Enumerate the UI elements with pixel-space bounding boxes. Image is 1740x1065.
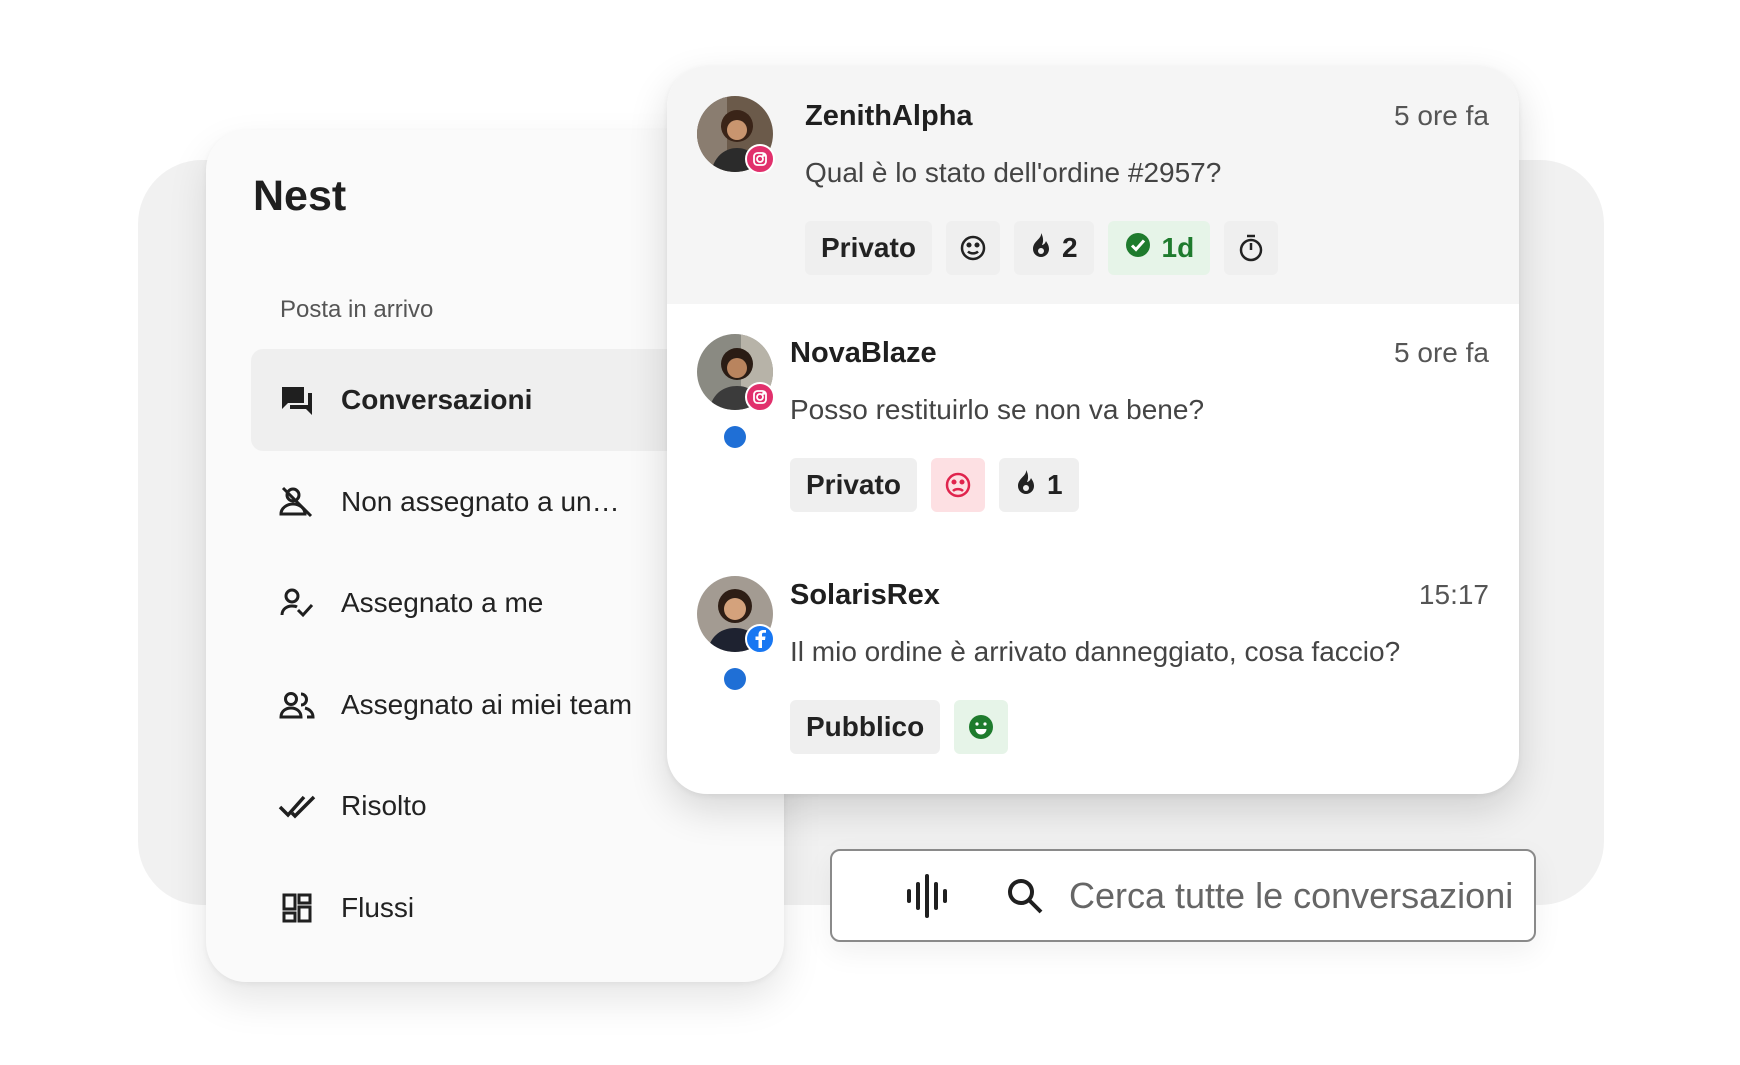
visibility-label: Pubblico [806, 711, 925, 742]
unassigned-person-icon [277, 482, 317, 522]
person-check-icon [277, 583, 317, 623]
fire-icon [1015, 469, 1037, 502]
message-preview: Il mio ordine è arrivato danneggiato, co… [790, 636, 1401, 667]
priority-count: 1 [1046, 469, 1063, 500]
instagram-icon [745, 382, 775, 412]
double-check-icon [277, 786, 317, 826]
team-icon [277, 685, 317, 725]
conversation-list: ZenithAlpha 5 ore fa Qual è lo stato del… [667, 66, 1519, 794]
check-circle-icon [1124, 231, 1152, 266]
sad-face-icon [930, 458, 985, 512]
facebook-icon [745, 624, 775, 654]
contact-name: NovaBlaze [790, 337, 937, 369]
app-brand: Nest [253, 172, 347, 220]
stopwatch-icon [1224, 221, 1279, 275]
sidebar-item-label: Non assegnato a un… [341, 486, 620, 517]
neutral-face-icon [945, 221, 1000, 275]
visibility-label: Privato [821, 232, 916, 263]
visibility-tag: Privato [790, 458, 917, 512]
visibility-label: Privato [806, 469, 901, 500]
conversation-time: 5 ore fa [1394, 337, 1489, 368]
conversation-time: 15:17 [1418, 579, 1489, 610]
sla-tag: 1d [1107, 221, 1211, 275]
visibility-tag: Privato [805, 221, 932, 275]
conversation-item[interactable]: SolarisRex 15:17 Il mio ordine è arrivat… [667, 546, 1519, 794]
priority-count: 2 [1061, 232, 1078, 263]
sidebar-item-label: Conversazioni [341, 384, 533, 415]
happy-face-icon [954, 700, 1009, 754]
unread-indicator [724, 426, 746, 448]
fire-icon [1030, 232, 1052, 265]
chat-bubbles-icon [277, 380, 317, 420]
voice-waveform-icon[interactable] [902, 871, 951, 921]
sla-label: 1d [1161, 232, 1195, 263]
priority-tag: 2 [1013, 221, 1094, 275]
conversation-time: 5 ore fa [1394, 100, 1489, 131]
inbox-section-label: Posta in arrivo [280, 296, 434, 323]
conversation-item[interactable]: ZenithAlpha 5 ore fa Qual è lo stato del… [667, 66, 1519, 304]
message-preview: Posso restituirlo se non va bene? [790, 394, 1205, 425]
contact-name: ZenithAlpha [805, 100, 973, 132]
search-bar[interactable] [830, 849, 1536, 942]
search-icon [1003, 874, 1047, 918]
contact-name: SolarisRex [790, 579, 940, 611]
sidebar-item-label: Risolto [341, 790, 427, 821]
unread-indicator [724, 668, 746, 690]
search-input[interactable] [1069, 874, 1534, 917]
priority-tag: 1 [998, 458, 1079, 512]
sidebar-item-label: Assegnato a me [341, 587, 544, 618]
visibility-tag: Pubblico [790, 700, 941, 754]
sidebar-item-flows[interactable]: Flussi [251, 857, 784, 959]
dashboard-grid-icon [277, 888, 317, 928]
conversation-item[interactable]: NovaBlaze 5 ore fa Posso restituirlo se … [667, 304, 1519, 546]
instagram-icon [745, 144, 775, 174]
message-preview: Qual è lo stato dell'ordine #2957? [805, 157, 1222, 188]
sidebar-item-label: Flussi [341, 892, 415, 923]
sidebar-item-label: Assegnato ai miei team [341, 689, 633, 720]
